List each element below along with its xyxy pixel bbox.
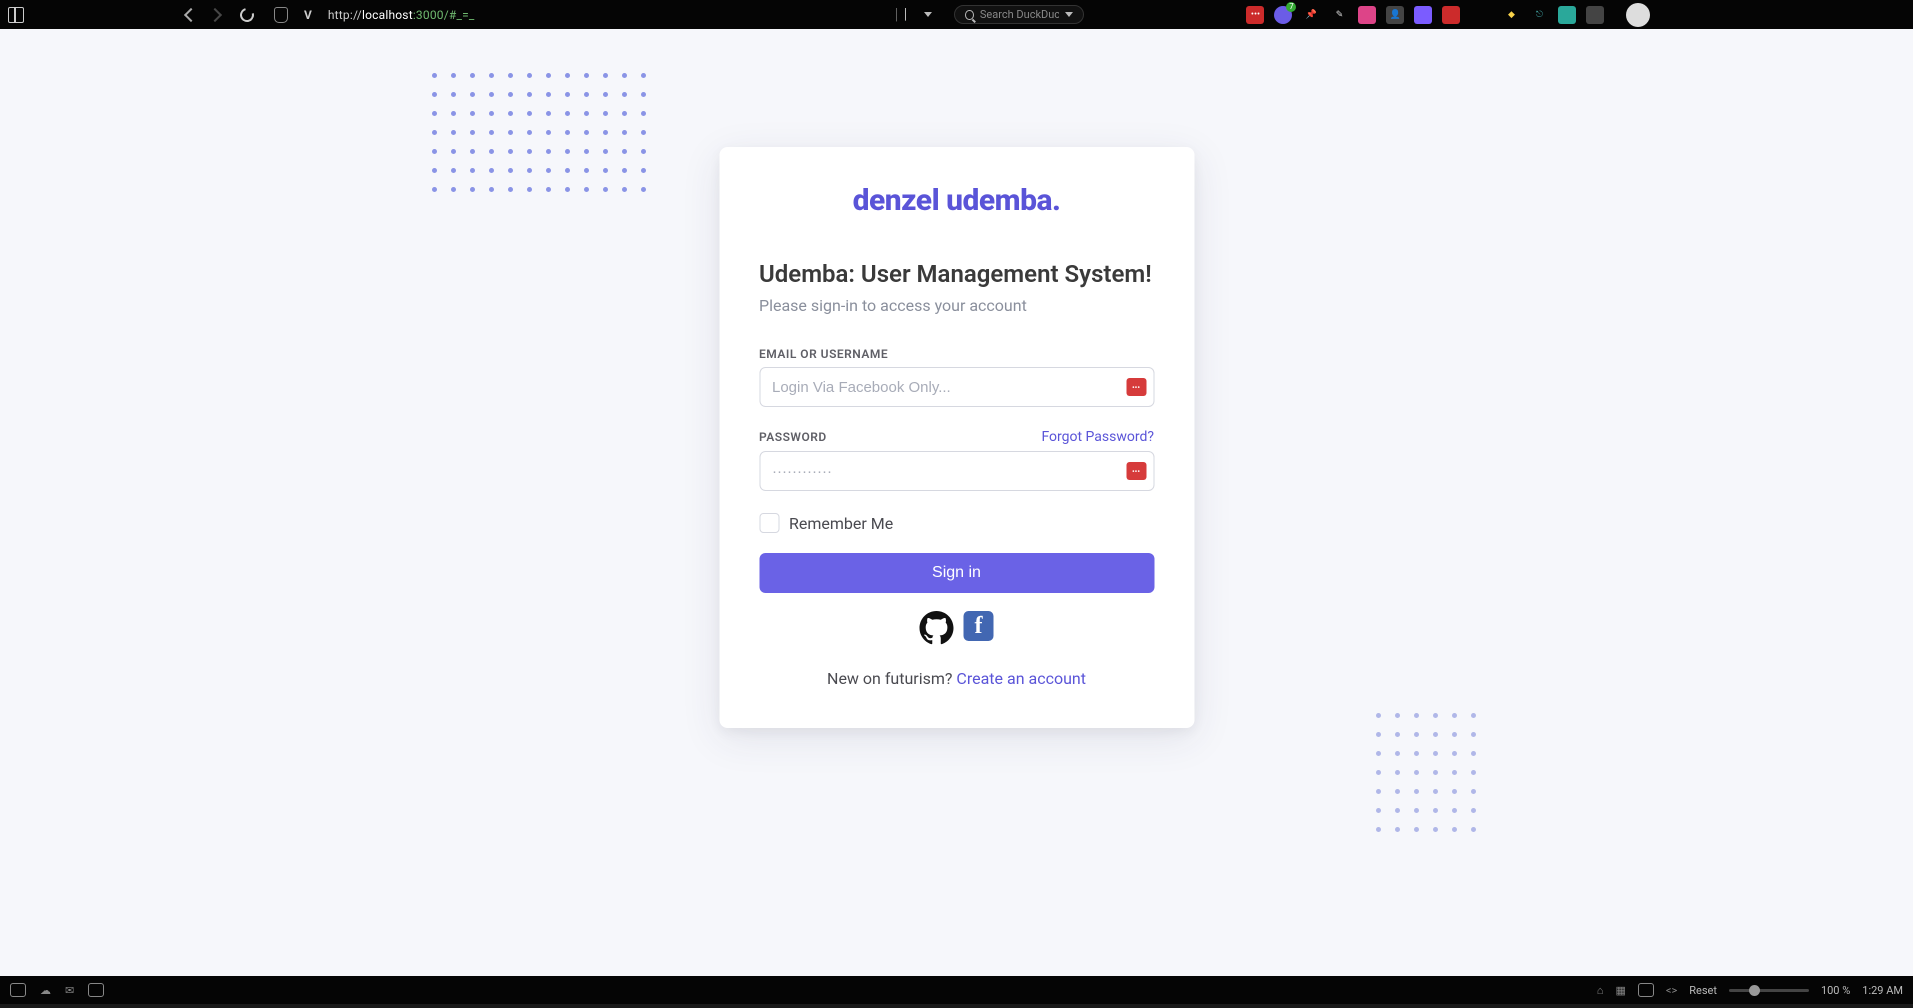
url-scheme: http:// bbox=[328, 8, 362, 22]
signin-button[interactable]: Sign in bbox=[759, 553, 1154, 593]
bookmark-dropdown-icon[interactable] bbox=[924, 12, 932, 17]
image-icon[interactable]: ▦ bbox=[1615, 984, 1625, 997]
login-card: denzel udemba. Udemba: User Management S… bbox=[719, 147, 1194, 728]
password-label: PASSWORD bbox=[759, 430, 827, 444]
back-button[interactable] bbox=[184, 7, 198, 21]
search-icon bbox=[965, 10, 973, 20]
decorative-dots-bottom bbox=[1376, 713, 1476, 846]
sidebar-toggle-icon[interactable] bbox=[8, 7, 24, 23]
extension-red2-icon[interactable] bbox=[1442, 6, 1460, 24]
remember-checkbox[interactable] bbox=[759, 513, 779, 533]
camera-icon[interactable]: ⌂ bbox=[1597, 984, 1604, 997]
signup-prompt: New on futurism? Create an account bbox=[759, 669, 1154, 688]
profile-avatar[interactable] bbox=[1626, 3, 1650, 27]
password-manager-icon[interactable]: ••• bbox=[1126, 378, 1146, 396]
device-icon[interactable] bbox=[1638, 983, 1654, 997]
forgot-password-link[interactable]: Forgot Password? bbox=[1041, 429, 1154, 445]
zoom-slider[interactable] bbox=[1729, 989, 1809, 992]
code-icon[interactable]: <> bbox=[1666, 984, 1677, 997]
create-account-link[interactable]: Create an account bbox=[956, 669, 1086, 688]
github-icon[interactable] bbox=[920, 611, 954, 645]
extension-badge-icon[interactable] bbox=[1274, 6, 1292, 24]
cloud-icon[interactable]: ☁ bbox=[40, 984, 51, 997]
zoom-value: 100 % bbox=[1821, 984, 1850, 997]
brand-logo: denzel udemba. bbox=[759, 183, 1154, 218]
facebook-icon[interactable]: f bbox=[964, 611, 994, 641]
email-label: EMAIL OR USERNAME bbox=[759, 347, 888, 361]
bookmark-icon[interactable] bbox=[896, 8, 906, 22]
forward-button[interactable] bbox=[208, 7, 222, 21]
extension-lastpass-icon[interactable]: ••• bbox=[1246, 6, 1264, 24]
password-input[interactable] bbox=[759, 451, 1154, 491]
url-port: :3000 bbox=[413, 8, 444, 22]
reset-label[interactable]: Reset bbox=[1689, 984, 1717, 997]
extension-doc-icon[interactable] bbox=[1358, 6, 1376, 24]
mail-icon[interactable]: ✉ bbox=[65, 984, 74, 997]
reload-button[interactable] bbox=[237, 5, 256, 24]
browser-toolbar: V http://localhost:3000/#_=_ Search Duck… bbox=[0, 0, 1913, 29]
search-dropdown-icon[interactable] bbox=[1065, 12, 1073, 17]
devtools-status-bar: ☁ ✉ ⌂ ▦ <> Reset 100 % 1:29 AM bbox=[0, 976, 1913, 1004]
extension-icons: ••• 📌 ✎ 👤 bbox=[1246, 6, 1460, 24]
devtools-icon[interactable] bbox=[10, 983, 26, 997]
extension-purple2-icon[interactable] bbox=[1414, 6, 1432, 24]
verified-icon: V bbox=[304, 8, 312, 22]
shield-icon[interactable] bbox=[274, 7, 288, 23]
password-manager-icon[interactable]: ••• bbox=[1126, 462, 1146, 480]
page-subtitle: Please sign-in to access your account bbox=[759, 296, 1154, 315]
extension-link-icon[interactable]: ⎋ bbox=[1530, 6, 1548, 24]
signup-prefix: New on futurism? bbox=[827, 669, 956, 688]
url-path: /#_=_ bbox=[444, 8, 475, 22]
clock-time: 1:29 AM bbox=[1862, 984, 1903, 997]
extension-gray-icon[interactable] bbox=[1586, 6, 1604, 24]
panel-icon[interactable] bbox=[88, 983, 104, 997]
extension-icons-2: ◆ ⎋ bbox=[1502, 6, 1604, 24]
extension-teal-icon[interactable] bbox=[1558, 6, 1576, 24]
extension-pin-icon[interactable]: 📌 bbox=[1302, 6, 1320, 24]
decorative-dots-top bbox=[432, 73, 646, 206]
email-input[interactable] bbox=[759, 367, 1154, 407]
extension-user-icon[interactable]: 👤 bbox=[1386, 6, 1404, 24]
address-bar[interactable]: http://localhost:3000/#_=_ bbox=[328, 8, 475, 22]
search-placeholder: Search DuckDuckGo bbox=[980, 8, 1060, 21]
remember-label: Remember Me bbox=[789, 514, 893, 533]
search-box[interactable]: Search DuckDuckGo bbox=[954, 5, 1084, 24]
page-viewport: denzel udemba. Udemba: User Management S… bbox=[0, 29, 1913, 976]
extension-diamond-icon[interactable]: ◆ bbox=[1502, 6, 1520, 24]
page-title: Udemba: User Management System! bbox=[759, 260, 1154, 288]
url-host: localhost bbox=[362, 8, 413, 22]
extension-pen-icon[interactable]: ✎ bbox=[1330, 6, 1348, 24]
